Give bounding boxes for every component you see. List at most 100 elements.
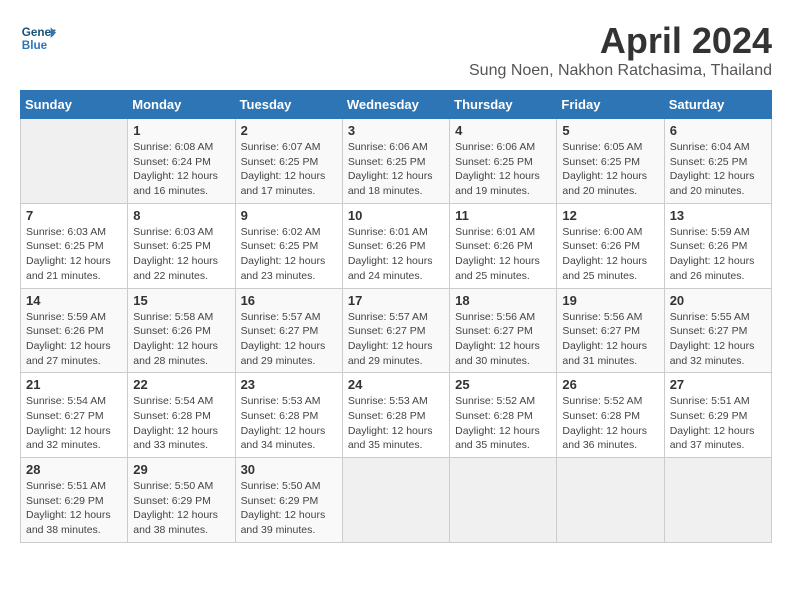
day-info: Sunrise: 5:59 AM Sunset: 6:26 PM Dayligh… bbox=[670, 225, 766, 284]
calendar-cell: 15 Sunrise: 5:58 AM Sunset: 6:26 PM Dayli… bbox=[128, 288, 235, 373]
calendar-cell: 5 Sunrise: 6:05 AM Sunset: 6:25 PM Daylig… bbox=[557, 119, 664, 204]
calendar-cell: 10 Sunrise: 6:01 AM Sunset: 6:26 PM Dayli… bbox=[342, 203, 449, 288]
calendar-cell: 17 Sunrise: 5:57 AM Sunset: 6:27 PM Dayli… bbox=[342, 288, 449, 373]
calendar-cell: 18Sunrise: 5:56 AM Sunset: 6:27 PM Dayli… bbox=[450, 288, 557, 373]
day-info: Sunrise: 6:05 AM Sunset: 6:25 PM Dayligh… bbox=[562, 140, 658, 199]
day-info: Sunrise: 6:04 AM Sunset: 6:25 PM Dayligh… bbox=[670, 140, 766, 199]
day-info: Sunrise: 5:50 AM Sunset: 6:29 PM Dayligh… bbox=[241, 479, 337, 538]
day-info: Sunrise: 5:54 AM Sunset: 6:28 PM Dayligh… bbox=[133, 394, 229, 453]
calendar-cell: 12Sunrise: 6:00 AM Sunset: 6:26 PM Dayli… bbox=[557, 203, 664, 288]
calendar-week-row: 7 Sunrise: 6:03 AM Sunset: 6:25 PM Daylig… bbox=[21, 203, 772, 288]
calendar-cell: 27Sunrise: 5:51 AM Sunset: 6:29 PM Dayli… bbox=[664, 373, 771, 458]
day-number: 26 bbox=[562, 377, 658, 392]
calendar-cell: 26Sunrise: 5:52 AM Sunset: 6:28 PM Dayli… bbox=[557, 373, 664, 458]
day-info: Sunrise: 6:07 AM Sunset: 6:25 PM Dayligh… bbox=[241, 140, 337, 199]
calendar-cell: 16Sunrise: 5:57 AM Sunset: 6:27 PM Dayli… bbox=[235, 288, 342, 373]
day-number: 20 bbox=[670, 293, 766, 308]
day-number: 29 bbox=[133, 462, 229, 477]
calendar-cell: 2 Sunrise: 6:07 AM Sunset: 6:25 PM Daylig… bbox=[235, 119, 342, 204]
day-number: 25 bbox=[455, 377, 551, 392]
calendar-cell: 22 Sunrise: 5:54 AM Sunset: 6:28 PM Dayli… bbox=[128, 373, 235, 458]
day-info: Sunrise: 5:53 AM Sunset: 6:28 PM Dayligh… bbox=[241, 394, 337, 453]
day-info: Sunrise: 6:03 AM Sunset: 6:25 PM Dayligh… bbox=[133, 225, 229, 284]
calendar-cell: 3Sunrise: 6:06 AM Sunset: 6:25 PM Daylig… bbox=[342, 119, 449, 204]
day-number: 24 bbox=[348, 377, 444, 392]
calendar-cell: 1Sunrise: 6:08 AM Sunset: 6:24 PM Daylig… bbox=[128, 119, 235, 204]
day-info: Sunrise: 5:51 AM Sunset: 6:29 PM Dayligh… bbox=[26, 479, 122, 538]
day-info: Sunrise: 6:01 AM Sunset: 6:26 PM Dayligh… bbox=[455, 225, 551, 284]
calendar-week-row: 1Sunrise: 6:08 AM Sunset: 6:24 PM Daylig… bbox=[21, 119, 772, 204]
day-number: 19 bbox=[562, 293, 658, 308]
calendar-cell: 9Sunrise: 6:02 AM Sunset: 6:25 PM Daylig… bbox=[235, 203, 342, 288]
calendar-cell: 4Sunrise: 6:06 AM Sunset: 6:25 PM Daylig… bbox=[450, 119, 557, 204]
calendar-cell bbox=[664, 458, 771, 543]
weekday-header: Tuesday bbox=[235, 91, 342, 119]
day-number: 28 bbox=[26, 462, 122, 477]
day-number: 21 bbox=[26, 377, 122, 392]
calendar-cell: 13 Sunrise: 5:59 AM Sunset: 6:26 PM Dayli… bbox=[664, 203, 771, 288]
day-number: 7 bbox=[26, 208, 122, 223]
calendar-cell: 29 Sunrise: 5:50 AM Sunset: 6:29 PM Dayli… bbox=[128, 458, 235, 543]
day-number: 18 bbox=[455, 293, 551, 308]
weekday-header: Sunday bbox=[21, 91, 128, 119]
day-number: 30 bbox=[241, 462, 337, 477]
day-info: Sunrise: 5:52 AM Sunset: 6:28 PM Dayligh… bbox=[455, 394, 551, 453]
day-info: Sunrise: 6:01 AM Sunset: 6:26 PM Dayligh… bbox=[348, 225, 444, 284]
calendar-cell: 23 Sunrise: 5:53 AM Sunset: 6:28 PM Dayli… bbox=[235, 373, 342, 458]
day-number: 13 bbox=[670, 208, 766, 223]
day-info: Sunrise: 5:50 AM Sunset: 6:29 PM Dayligh… bbox=[133, 479, 229, 538]
day-number: 10 bbox=[348, 208, 444, 223]
day-number: 12 bbox=[562, 208, 658, 223]
calendar-cell bbox=[342, 458, 449, 543]
day-info: Sunrise: 5:55 AM Sunset: 6:27 PM Dayligh… bbox=[670, 310, 766, 369]
day-number: 17 bbox=[348, 293, 444, 308]
day-number: 23 bbox=[241, 377, 337, 392]
location-title: Sung Noen, Nakhon Ratchasima, Thailand bbox=[469, 62, 772, 80]
day-info: Sunrise: 5:54 AM Sunset: 6:27 PM Dayligh… bbox=[26, 394, 122, 453]
calendar-cell: 24 Sunrise: 5:53 AM Sunset: 6:28 PM Dayli… bbox=[342, 373, 449, 458]
day-info: Sunrise: 5:56 AM Sunset: 6:27 PM Dayligh… bbox=[562, 310, 658, 369]
calendar-cell bbox=[557, 458, 664, 543]
calendar-cell: 14 Sunrise: 5:59 AM Sunset: 6:26 PM Dayli… bbox=[21, 288, 128, 373]
day-number: 8 bbox=[133, 208, 229, 223]
day-number: 14 bbox=[26, 293, 122, 308]
day-info: Sunrise: 6:08 AM Sunset: 6:24 PM Dayligh… bbox=[133, 140, 229, 199]
calendar-week-row: 28 Sunrise: 5:51 AM Sunset: 6:29 PM Dayli… bbox=[21, 458, 772, 543]
day-number: 6 bbox=[670, 123, 766, 138]
calendar-week-row: 14 Sunrise: 5:59 AM Sunset: 6:26 PM Dayli… bbox=[21, 288, 772, 373]
day-info: Sunrise: 5:58 AM Sunset: 6:26 PM Dayligh… bbox=[133, 310, 229, 369]
weekday-header: Monday bbox=[128, 91, 235, 119]
calendar-cell: 28 Sunrise: 5:51 AM Sunset: 6:29 PM Dayli… bbox=[21, 458, 128, 543]
weekday-header: Saturday bbox=[664, 91, 771, 119]
day-number: 4 bbox=[455, 123, 551, 138]
calendar-table: SundayMondayTuesdayWednesdayThursdayFrid… bbox=[20, 90, 772, 543]
day-info: Sunrise: 6:03 AM Sunset: 6:25 PM Dayligh… bbox=[26, 225, 122, 284]
calendar-cell: 30 Sunrise: 5:50 AM Sunset: 6:29 PM Dayli… bbox=[235, 458, 342, 543]
day-number: 5 bbox=[562, 123, 658, 138]
weekday-header: Wednesday bbox=[342, 91, 449, 119]
weekday-header: Thursday bbox=[450, 91, 557, 119]
month-title: April 2024 bbox=[469, 20, 772, 62]
logo-icon: General Blue bbox=[20, 20, 56, 56]
calendar-cell: 20 Sunrise: 5:55 AM Sunset: 6:27 PM Dayli… bbox=[664, 288, 771, 373]
calendar-cell: 6 Sunrise: 6:04 AM Sunset: 6:25 PM Daylig… bbox=[664, 119, 771, 204]
weekday-header: Friday bbox=[557, 91, 664, 119]
calendar-header-row: SundayMondayTuesdayWednesdayThursdayFrid… bbox=[21, 91, 772, 119]
calendar-cell bbox=[21, 119, 128, 204]
day-number: 2 bbox=[241, 123, 337, 138]
day-info: Sunrise: 5:53 AM Sunset: 6:28 PM Dayligh… bbox=[348, 394, 444, 453]
calendar-cell: 19 Sunrise: 5:56 AM Sunset: 6:27 PM Dayli… bbox=[557, 288, 664, 373]
day-info: Sunrise: 5:57 AM Sunset: 6:27 PM Dayligh… bbox=[241, 310, 337, 369]
day-info: Sunrise: 5:51 AM Sunset: 6:29 PM Dayligh… bbox=[670, 394, 766, 453]
day-info: Sunrise: 5:57 AM Sunset: 6:27 PM Dayligh… bbox=[348, 310, 444, 369]
day-info: Sunrise: 6:06 AM Sunset: 6:25 PM Dayligh… bbox=[348, 140, 444, 199]
page-header: General Blue April 2024 Sung Noen, Nakho… bbox=[20, 20, 772, 80]
day-info: Sunrise: 5:59 AM Sunset: 6:26 PM Dayligh… bbox=[26, 310, 122, 369]
calendar-cell bbox=[450, 458, 557, 543]
calendar-cell: 11Sunrise: 6:01 AM Sunset: 6:26 PM Dayli… bbox=[450, 203, 557, 288]
title-block: April 2024 Sung Noen, Nakhon Ratchasima,… bbox=[469, 20, 772, 80]
day-number: 22 bbox=[133, 377, 229, 392]
calendar-cell: 8 Sunrise: 6:03 AM Sunset: 6:25 PM Daylig… bbox=[128, 203, 235, 288]
day-number: 15 bbox=[133, 293, 229, 308]
day-number: 9 bbox=[241, 208, 337, 223]
